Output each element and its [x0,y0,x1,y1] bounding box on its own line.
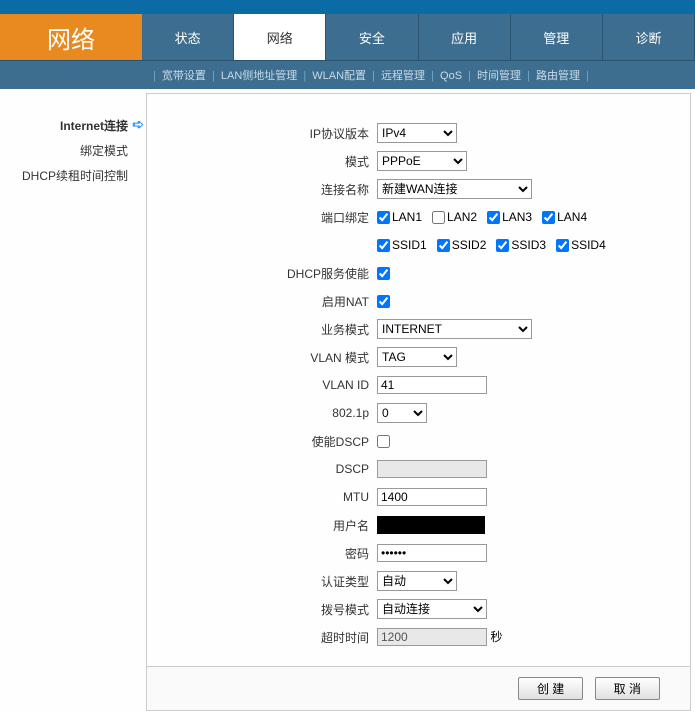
tab-4[interactable]: 管理 [511,14,603,60]
ssid-label-0[interactable]: SSID1 [377,238,427,252]
service-mode-select[interactable]: INTERNET [377,319,532,339]
service-mode-label: 业务模式 [167,321,377,338]
lan-checkbox-2[interactable] [487,211,500,224]
password-label: 密码 [167,545,377,562]
ssid-checkbox-2[interactable] [496,239,509,252]
ip-version-select[interactable]: IPv4 [377,123,457,143]
lan-checkbox-0[interactable] [377,211,390,224]
lan-label-1[interactable]: LAN2 [432,210,477,224]
subnav-item-0[interactable]: 宽带设置 [159,70,209,82]
subnav-item-2[interactable]: WLAN配置 [309,70,369,82]
dial-mode-label: 拨号模式 [167,601,377,618]
ssid-label-3[interactable]: SSID4 [556,238,606,252]
connection-name-label: 连接名称 [167,181,377,198]
vlan-id-input[interactable] [377,376,487,394]
dscp-input[interactable] [377,460,487,478]
subnav-item-4[interactable]: QoS [437,70,465,82]
subnav-item-1[interactable]: LAN侧地址管理 [218,70,301,82]
subnav-item-6[interactable]: 路由管理 [533,70,583,82]
subnav-item-3[interactable]: 远程管理 [378,70,428,82]
lan-checkbox-1[interactable] [432,211,445,224]
timeout-unit-label: 秒 [490,630,502,644]
dial-mode-select[interactable]: 自动连接 [377,599,487,619]
vlan-id-label: VLAN ID [167,378,377,392]
header: 网络 状态网络安全应用管理诊断 [0,14,695,60]
auth-type-select[interactable]: 自动 [377,571,457,591]
nat-enable-label: 启用NAT [167,293,377,310]
create-button[interactable]: 创 建 [518,677,583,700]
timeout-input[interactable] [377,628,487,646]
lan-label-3[interactable]: LAN4 [542,210,587,224]
footer-bar: 创 建 取 消 [147,666,690,710]
dscp-enable-checkbox[interactable] [377,435,390,448]
ssid-checkbox-3[interactable] [556,239,569,252]
ssid-checkbox-0[interactable] [377,239,390,252]
port-binding-row2: SSID1 SSID2 SSID3 SSID4 [377,238,670,252]
password-input[interactable] [377,544,487,562]
ip-version-label: IP协议版本 [167,125,377,142]
sidebar: Internet连接绑定模式DHCP续租时间控制 [0,89,142,711]
timeout-label: 超时时间 [167,629,377,646]
username-input[interactable] [377,516,485,534]
auth-type-label: 认证类型 [167,573,377,590]
main-area: Internet连接绑定模式DHCP续租时间控制 IP协议版本 IPv4 模式 … [0,89,695,711]
mtu-label: MTU [167,490,377,504]
vlan-mode-label: VLAN 模式 [167,349,377,366]
tab-2[interactable]: 安全 [326,14,418,60]
mode-select[interactable]: PPPoE [377,151,467,171]
username-label: 用户名 [167,517,377,534]
dscp-enable-label: 使能DSCP [167,433,377,450]
dhcp-enable-checkbox[interactable] [377,267,390,280]
8021p-label: 802.1p [167,406,377,420]
lan-label-2[interactable]: LAN3 [487,210,532,224]
top-bar [0,0,695,14]
mtu-input[interactable] [377,488,487,506]
ssid-label-1[interactable]: SSID2 [437,238,487,252]
lan-checkbox-3[interactable] [542,211,555,224]
cancel-button[interactable]: 取 消 [595,677,660,700]
subnav-item-5[interactable]: 时间管理 [474,70,524,82]
port-binding-row1: LAN1 LAN2 LAN3 LAN4 [377,210,670,224]
8021p-select[interactable]: 0 [377,403,427,423]
sidebar-item-1[interactable]: 绑定模式 [0,138,142,163]
logo: 网络 [0,14,142,60]
tab-0[interactable]: 状态 [142,14,234,60]
port-binding-label: 端口绑定 [167,209,377,226]
mode-label: 模式 [167,153,377,170]
sidebar-item-0[interactable]: Internet连接 [0,113,142,138]
nat-enable-checkbox[interactable] [377,295,390,308]
sidebar-item-2[interactable]: DHCP续租时间控制 [0,163,142,188]
ssid-checkbox-1[interactable] [437,239,450,252]
tab-1[interactable]: 网络 [234,14,326,60]
content-panel: IP协议版本 IPv4 模式 PPPoE 连接名称 新建WAN连接 端口绑定 L… [146,93,691,711]
main-tabs: 状态网络安全应用管理诊断 [142,14,695,60]
tab-3[interactable]: 应用 [419,14,511,60]
dscp-label: DSCP [167,462,377,476]
dhcp-enable-label: DHCP服务使能 [167,265,377,282]
tab-5[interactable]: 诊断 [603,14,695,60]
lan-label-0[interactable]: LAN1 [377,210,422,224]
vlan-mode-select[interactable]: TAG [377,347,457,367]
ssid-label-2[interactable]: SSID3 [496,238,546,252]
connection-name-select[interactable]: 新建WAN连接 [377,179,532,199]
sub-nav: | 宽带设置 | LAN侧地址管理 | WLAN配置 | 远程管理 | QoS … [0,60,695,89]
